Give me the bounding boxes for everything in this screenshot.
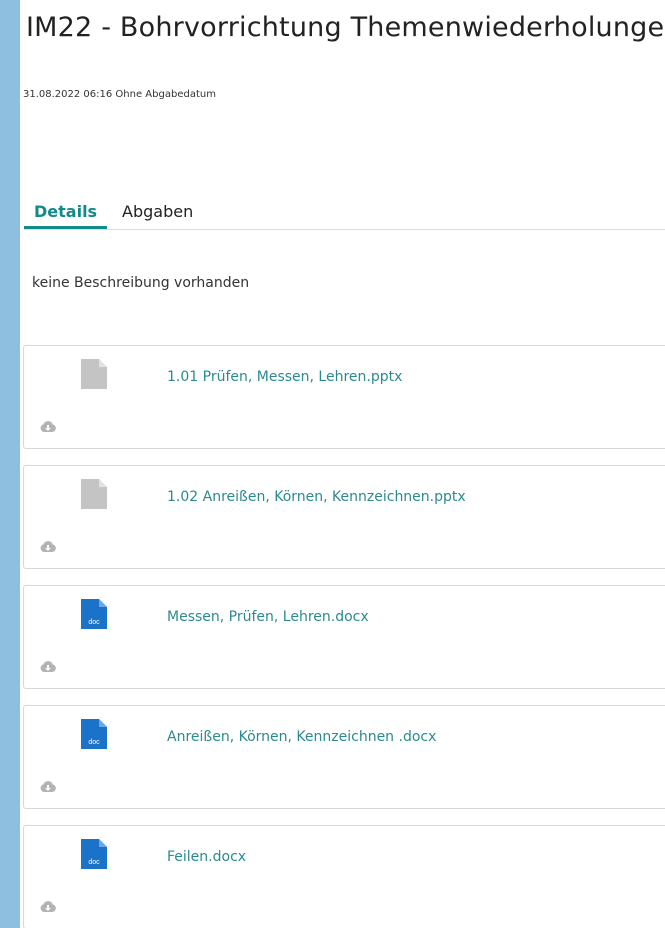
file-link[interactable]: 1.01 Prüfen, Messen, Lehren.pptx	[167, 369, 402, 385]
doc-file-icon: doc	[81, 839, 107, 869]
tab-bar: Details Abgaben	[24, 201, 665, 230]
file-card: doc Messen, Prüfen, Lehren.docx	[23, 585, 665, 689]
doc-icon-label: doc	[88, 619, 100, 626]
assignment-meta: 31.08.2022 06:16 Ohne Abgabedatum	[23, 89, 216, 100]
file-card: 1.01 Prüfen, Messen, Lehren.pptx	[23, 345, 665, 449]
generic-file-icon	[81, 479, 107, 509]
doc-icon-label: doc	[88, 739, 100, 746]
file-link[interactable]: Feilen.docx	[167, 849, 246, 865]
description-text: keine Beschreibung vorhanden	[32, 275, 250, 291]
tab-details[interactable]: Details	[24, 201, 108, 229]
file-card: doc Anreißen, Körnen, Kennzeichnen .docx	[23, 705, 665, 809]
doc-file-icon: doc	[81, 719, 107, 749]
assignment-panel: IM22 - Bohrvorrichtung Themenwiederholun…	[20, 0, 665, 928]
cloud-download-icon[interactable]	[40, 899, 56, 913]
page-title: IM22 - Bohrvorrichtung Themenwiederholun…	[26, 12, 665, 43]
cloud-download-icon[interactable]	[40, 419, 56, 433]
doc-file-icon: doc	[81, 599, 107, 629]
file-card: 1.02 Anreißen, Körnen, Kennzeichnen.pptx	[23, 465, 665, 569]
file-link[interactable]: Messen, Prüfen, Lehren.docx	[167, 609, 369, 625]
cloud-download-icon[interactable]	[40, 779, 56, 793]
file-link[interactable]: Anreißen, Körnen, Kennzeichnen .docx	[167, 729, 436, 745]
cloud-download-icon[interactable]	[40, 659, 56, 673]
file-card: doc Feilen.docx	[23, 825, 665, 928]
generic-file-icon	[81, 359, 107, 389]
tab-abgaben[interactable]: Abgaben	[112, 201, 203, 227]
file-link[interactable]: 1.02 Anreißen, Körnen, Kennzeichnen.pptx	[167, 489, 466, 505]
cloud-download-icon[interactable]	[40, 539, 56, 553]
doc-icon-label: doc	[88, 859, 100, 866]
